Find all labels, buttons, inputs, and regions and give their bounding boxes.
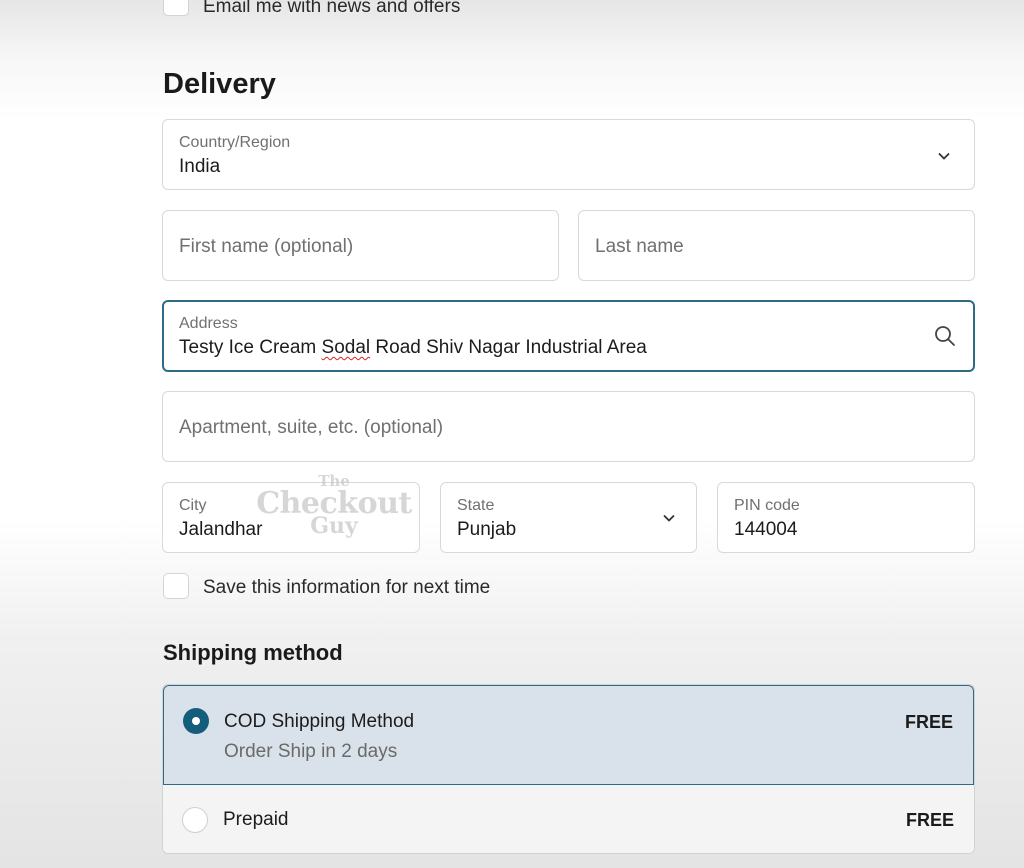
- radio-selected-icon[interactable]: [183, 708, 209, 734]
- state-label: State: [457, 497, 495, 514]
- first-name-field[interactable]: First name (optional): [162, 210, 559, 281]
- pin-code-label: PIN code: [734, 497, 800, 514]
- address-value-part1: Testy Ice Cream: [179, 337, 322, 358]
- shipping-option-prepaid[interactable]: Prepaid FREE: [163, 785, 974, 853]
- first-name-placeholder: First name (optional): [179, 236, 354, 257]
- pin-code-field[interactable]: PIN code 144004: [717, 482, 975, 553]
- last-name-placeholder: Last name: [595, 236, 684, 257]
- country-value: India: [179, 156, 221, 177]
- state-value: Punjab: [457, 519, 517, 540]
- address-value-part2: Road Shiv Nagar Industrial Area: [370, 337, 647, 358]
- city-field[interactable]: City Jalandhar: [162, 482, 420, 553]
- save-info-label: Save this information for next time: [203, 577, 491, 598]
- country-select[interactable]: Country/Region India: [162, 119, 975, 190]
- shipping-method-title: Shipping method: [163, 640, 343, 665]
- save-info-checkbox[interactable]: [163, 573, 189, 599]
- apartment-field[interactable]: Apartment, suite, etc. (optional): [162, 391, 975, 462]
- shipping-option-name: Prepaid: [223, 809, 289, 830]
- shipping-option-description: Order Ship in 2 days: [224, 741, 398, 762]
- shipping-option-cod[interactable]: COD Shipping Method Order Ship in 2 days…: [163, 685, 974, 785]
- shipping-option-name: COD Shipping Method: [224, 711, 415, 732]
- country-label: Country/Region: [179, 134, 291, 151]
- apartment-placeholder: Apartment, suite, etc. (optional): [179, 417, 444, 438]
- shipping-option-price: FREE: [905, 810, 954, 830]
- search-icon[interactable]: [933, 324, 957, 348]
- email-opt-in-checkbox[interactable]: [163, 0, 189, 16]
- email-opt-in-label: Email me with news and offers: [203, 0, 461, 17]
- chevron-down-icon: [663, 514, 675, 522]
- address-value-misspelled: Sodal: [321, 337, 371, 358]
- shipping-options: COD Shipping Method Order Ship in 2 days…: [162, 684, 975, 854]
- city-label: City: [179, 497, 207, 514]
- city-value: Jalandhar: [179, 519, 263, 540]
- address-value: Testy Ice Cream Sodal Road Shiv Nagar In…: [179, 337, 647, 359]
- last-name-field[interactable]: Last name: [578, 210, 975, 281]
- pin-code-value: 144004: [734, 519, 798, 540]
- state-select[interactable]: State Punjab: [440, 482, 697, 553]
- address-label: Address: [179, 315, 238, 332]
- radio-unselected-icon[interactable]: [182, 807, 208, 833]
- shipping-option-price: FREE: [904, 712, 953, 732]
- chevron-down-icon: [938, 152, 950, 160]
- address-field[interactable]: Address Testy Ice Cream Sodal Road Shiv …: [162, 300, 975, 372]
- delivery-title: Delivery: [163, 68, 276, 100]
